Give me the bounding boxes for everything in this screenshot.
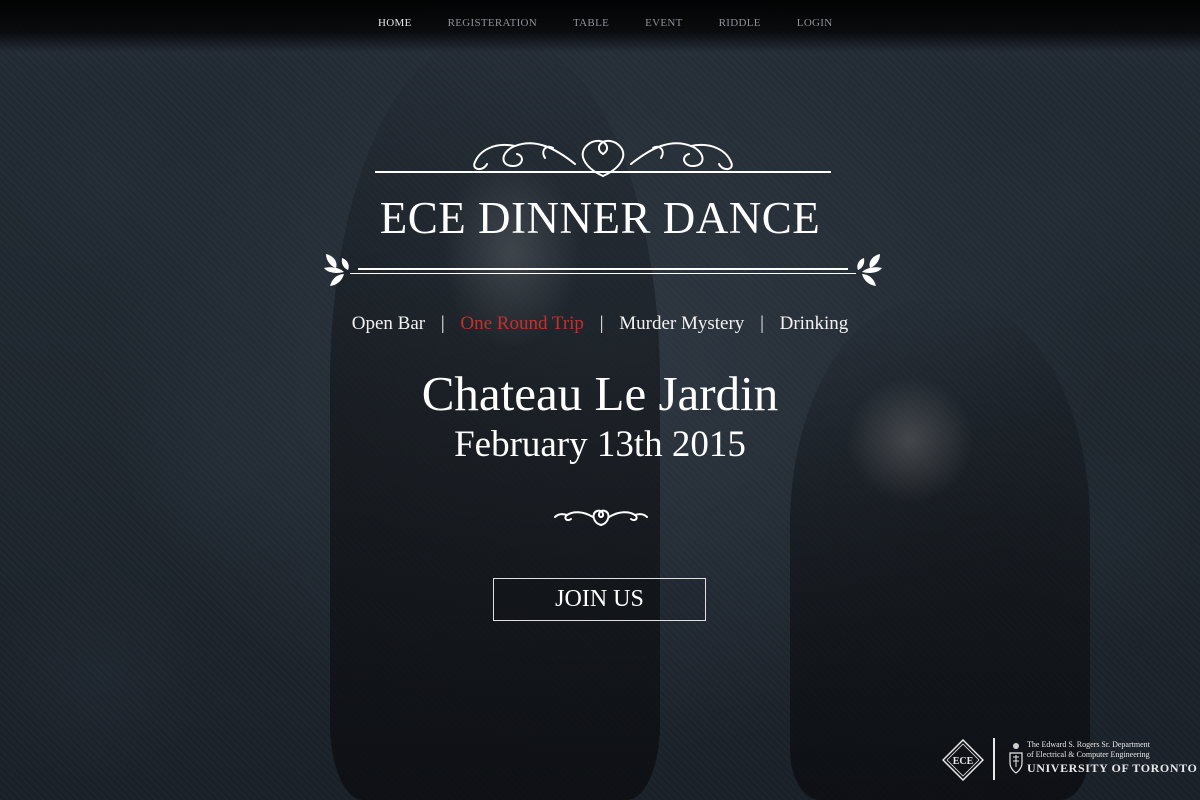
feature-separator: | — [440, 313, 445, 334]
event-date: February 13th 2015 — [454, 424, 746, 465]
feature-separator: | — [760, 313, 764, 334]
nav-item-registeration[interactable]: REGISTERATION — [448, 17, 537, 29]
feature-drinking: Drinking — [779, 313, 849, 334]
nav-item-home[interactable]: HOME — [378, 17, 412, 29]
join-us-button[interactable]: JOIN US — [493, 578, 706, 621]
logo-divider — [993, 738, 995, 780]
feature-separator: | — [599, 313, 604, 334]
event-features-list: Open Bar | One Round Trip | Murder Myste… — [0, 313, 1200, 335]
nav-item-login[interactable]: LOGIN — [797, 17, 833, 29]
hero-section: ECE DINNER DANCE Open Bar | One Round Tr… — [0, 0, 1200, 800]
university-name: UNIVERSITY OF TORONTO — [1027, 761, 1198, 775]
leaf-ornament-rule-icon — [324, 254, 882, 286]
top-navigation-bar: HOME REGISTERATION TABLE EVENT RIDDLE LO… — [0, 0, 1200, 52]
nav-item-event[interactable]: EVENT — [645, 17, 683, 29]
nav-item-table[interactable]: TABLE — [573, 17, 609, 29]
dept-name-line2: of Electrical & Computer Engineering — [1027, 750, 1150, 759]
scroll-ornament-icon — [375, 139, 831, 177]
university-crest-icon — [1009, 743, 1023, 774]
feature-one-round-trip: One Round Trip — [460, 313, 584, 334]
feature-open-bar: Open Bar — [351, 313, 426, 334]
ece-logo-icon: ECE — [942, 739, 984, 781]
small-flourish-icon — [554, 509, 648, 526]
nav-item-riddle[interactable]: RIDDLE — [719, 17, 761, 29]
page-title: ECE DINNER DANCE — [379, 193, 821, 243]
feature-murder-mystery: Murder Mystery — [619, 313, 745, 334]
dept-name-line1: The Edward S. Rogers Sr. Department — [1027, 740, 1150, 749]
nav-menu: HOME REGISTERATION TABLE EVENT RIDDLE LO… — [360, 17, 851, 29]
department-wordmark: The Edward S. Rogers Sr. Department of E… — [1027, 740, 1197, 776]
ece-logo-text: ECE — [953, 756, 974, 767]
venue-name: Chateau Le Jardin — [421, 366, 779, 421]
footer-logos: ECE The Edward S. Rogers Sr. Department … — [942, 738, 1197, 782]
